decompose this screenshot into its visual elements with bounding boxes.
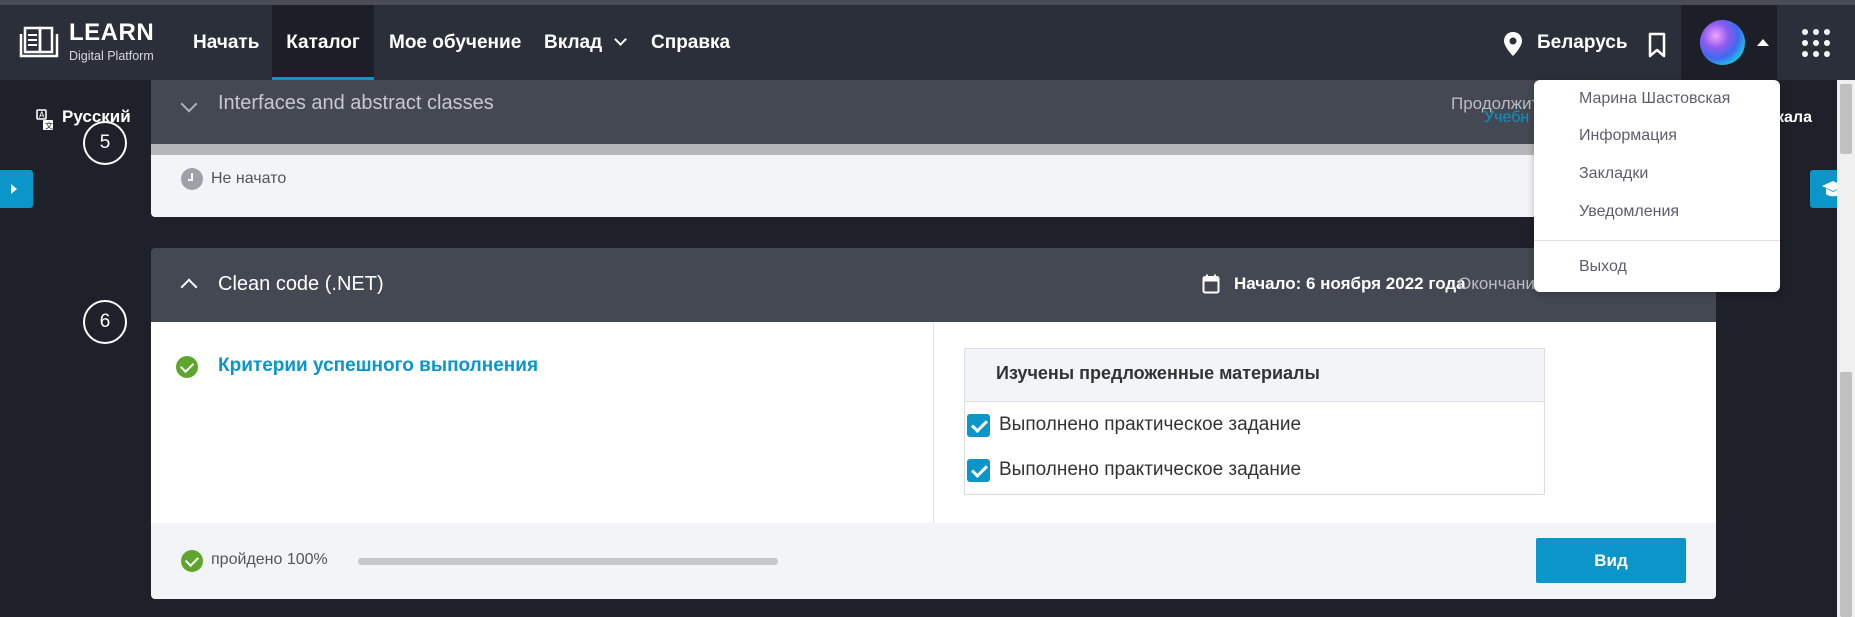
nav-contribution-label: Вклад: [544, 32, 603, 53]
check-circle-icon: [176, 356, 198, 378]
nav-contribution[interactable]: Вклад: [544, 5, 628, 80]
sidebar-expand-button[interactable]: [0, 170, 33, 208]
svg-text:文: 文: [45, 121, 53, 131]
criteria-item-label: Выполнено практическое задание: [999, 414, 1302, 435]
user-dropdown-menu: Марина Шастовская Информация Закладки Ув…: [1534, 80, 1780, 292]
bookmark-icon[interactable]: [1646, 32, 1668, 58]
calendar-icon: [1202, 274, 1220, 294]
tab-learning[interactable]: Учебн: [1484, 109, 1529, 127]
menu-item-notifications[interactable]: Уведомления: [1579, 203, 1679, 221]
menu-divider: [1534, 240, 1780, 241]
check-circle-icon: [181, 550, 203, 572]
criteria-item-label: Выполнено практическое задание: [999, 459, 1302, 480]
logo-title[interactable]: LEARN: [69, 19, 154, 47]
nav-catalog[interactable]: Каталог: [272, 5, 374, 80]
chevron-down-icon: [614, 33, 628, 46]
user-menu-toggle[interactable]: [1681, 5, 1777, 80]
progress-bar: [358, 558, 778, 565]
progress-label: пройдено 100%: [211, 551, 328, 568]
clock-icon: [181, 168, 203, 190]
apps-grid-icon[interactable]: [1802, 29, 1830, 57]
column-divider: [933, 322, 934, 523]
map-pin-icon[interactable]: [1502, 31, 1524, 57]
module-number-6: 6: [83, 300, 127, 344]
module-number-5: 5: [83, 121, 127, 165]
module-5-status: Не начато: [211, 170, 287, 187]
scrollbar-upper-segment: [1840, 84, 1852, 154]
menu-user-name[interactable]: Марина Шастовская: [1579, 90, 1730, 108]
logo-subtitle: Digital Platform: [69, 49, 154, 63]
book-logo-icon[interactable]: [18, 25, 60, 61]
criteria-checkbox-2[interactable]: [967, 459, 990, 482]
top-navbar: LEARN Digital Platform Начать Каталог Мо…: [0, 5, 1855, 80]
scale-label: кала: [1776, 109, 1812, 126]
menu-item-info[interactable]: Информация: [1579, 127, 1677, 145]
caret-up-icon: [1757, 39, 1769, 46]
menu-item-logout[interactable]: Выход: [1579, 258, 1627, 276]
nav-my-learning[interactable]: Мое обучение: [389, 5, 521, 80]
progress-bar-fill: [358, 558, 778, 565]
module-5-title: Interfaces and abstract classes: [218, 92, 494, 114]
avatar[interactable]: [1700, 20, 1745, 65]
module-5-separator: [151, 144, 1716, 155]
success-criteria-link[interactable]: Критерии успешного выполнения: [218, 355, 538, 377]
criteria-title: Изучены предложенные материалы: [996, 363, 1320, 383]
view-button[interactable]: Вид: [1536, 538, 1686, 583]
module-6-start-date: Начало: 6 ноября 2022 года: [1234, 274, 1466, 293]
country-selector[interactable]: Беларусь: [1537, 5, 1628, 80]
module-5-footer: [151, 155, 1716, 217]
scrollbar-thumb[interactable]: [1840, 372, 1852, 617]
translate-icon[interactable]: A 文: [36, 109, 54, 131]
nav-help[interactable]: Справка: [651, 5, 730, 80]
module-6-title: Clean code (.NET): [218, 273, 384, 295]
menu-item-bookmarks[interactable]: Закладки: [1579, 165, 1648, 183]
module-6-end-date: Окончани: [1458, 274, 1535, 293]
nav-start[interactable]: Начать: [193, 5, 259, 80]
svg-text:A: A: [39, 111, 45, 120]
criteria-checkbox-1[interactable]: [967, 414, 990, 437]
